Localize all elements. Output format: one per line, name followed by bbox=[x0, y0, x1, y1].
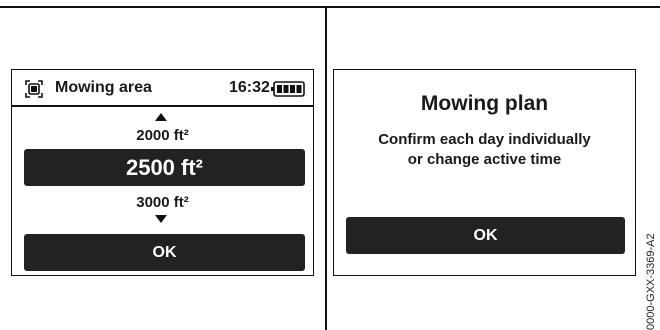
area-value-next[interactable]: 3000 ft² bbox=[12, 194, 313, 211]
status-separator bbox=[12, 105, 313, 107]
arrow-down-icon[interactable] bbox=[155, 215, 167, 223]
mowing-area-icon bbox=[25, 80, 43, 98]
status-bar: Mowing area 16:32 bbox=[12, 70, 313, 106]
battery-full-icon bbox=[271, 81, 305, 97]
screen-title: Mowing area bbox=[55, 79, 152, 96]
area-value-selected[interactable]: 2500 ft² bbox=[24, 149, 305, 186]
clock-time: 16:32 bbox=[229, 79, 270, 96]
frame-top-rule bbox=[0, 6, 660, 8]
document-code: 0000-GXX-3369-A2 bbox=[645, 233, 657, 330]
ok-button[interactable]: OK bbox=[24, 234, 305, 271]
area-value-previous[interactable]: 2000 ft² bbox=[12, 127, 313, 144]
arrow-up-icon[interactable] bbox=[155, 113, 167, 121]
illustration-frame: Mowing area 16:32 2000 ft² 2500 ft² 3000… bbox=[0, 0, 660, 330]
dialog-message: Confirm each day individually or change … bbox=[334, 130, 635, 170]
dialog-message-line2: or change active time bbox=[407, 151, 562, 168]
mowing-plan-screen: Mowing plan Confirm each day individuall… bbox=[333, 69, 636, 276]
frame-divider bbox=[325, 6, 327, 330]
mowing-area-screen: Mowing area 16:32 2000 ft² 2500 ft² 3000… bbox=[11, 69, 314, 276]
confirm-ok-button[interactable]: OK bbox=[346, 217, 625, 254]
dialog-title: Mowing plan bbox=[420, 92, 549, 115]
dialog-message-line1: Confirm each day individually bbox=[378, 131, 591, 148]
